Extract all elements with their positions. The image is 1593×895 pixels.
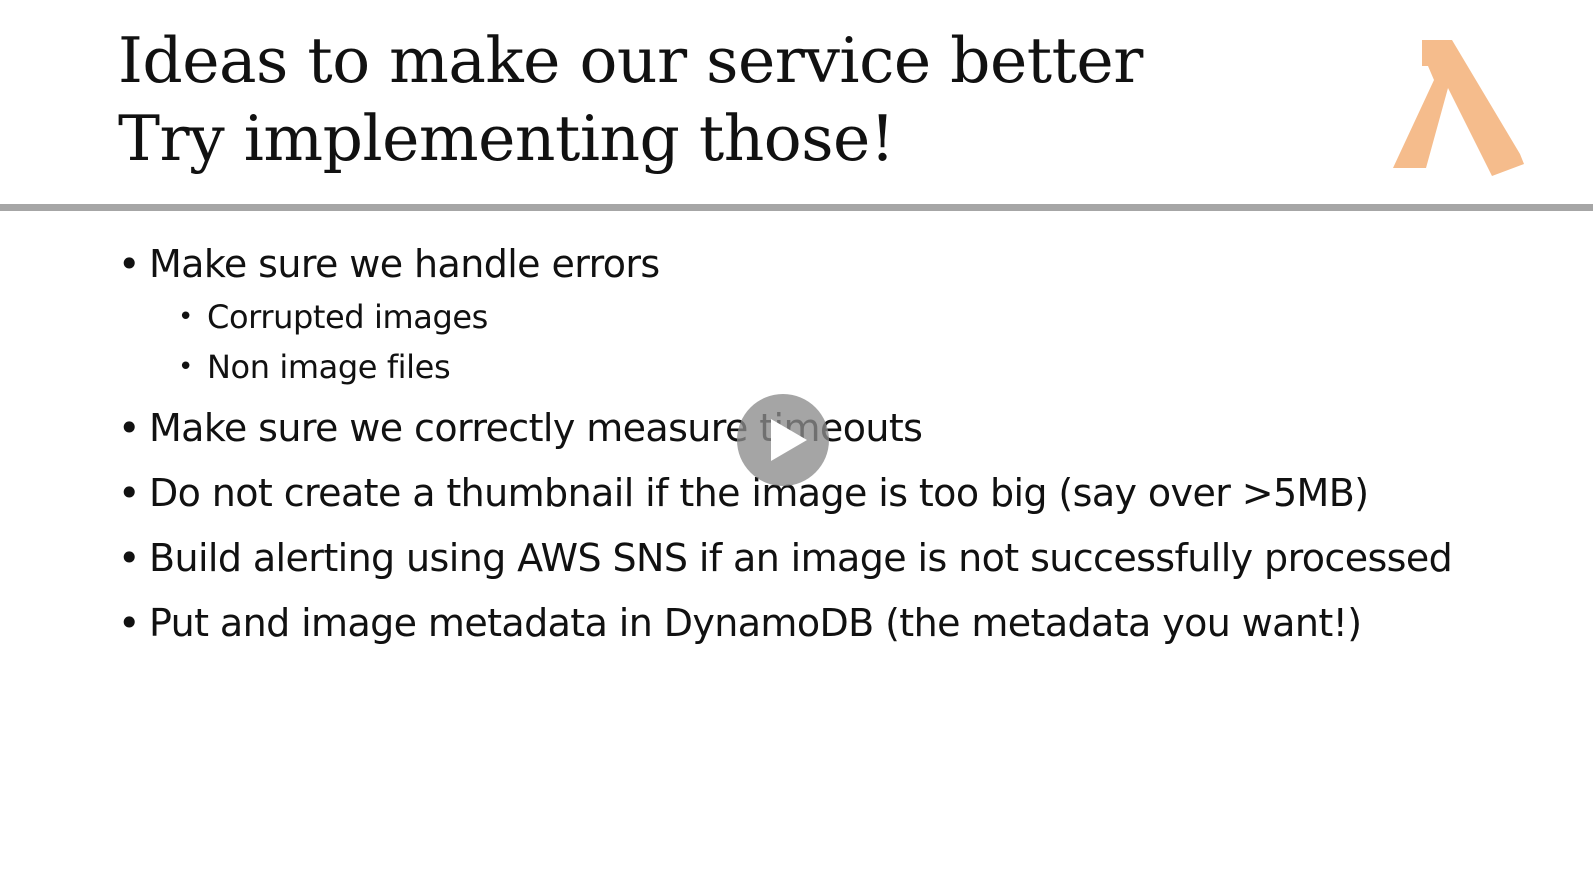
bullet-item: Do not create a thumbnail if the image i… [118,465,1558,521]
bullet-item: Make sure we correctly measure timeouts [118,400,1558,456]
title-line-2: Try implementing those! [118,102,895,175]
sub-bullet-item: Non image files [118,342,1558,392]
title-line-1: Ideas to make our service better [118,24,1143,97]
sub-bullet-list: Corrupted images Non image files [118,292,1558,392]
slide: Ideas to make our service better Try imp… [0,0,1593,895]
sub-bullet-text: Corrupted images [207,298,488,336]
bullet-item: Make sure we handle errors [118,236,1558,292]
lambda-icon [1388,36,1528,178]
play-icon [771,419,807,461]
sub-bullet-text: Non image files [207,348,451,386]
play-button[interactable] [737,394,829,486]
title-divider [0,204,1593,211]
bullet-text: Make sure we handle errors [149,242,660,286]
slide-title: Ideas to make our service better Try imp… [118,22,1143,178]
bullet-list: Make sure we handle errors Corrupted ima… [118,236,1558,651]
sub-bullet-item: Corrupted images [118,292,1558,342]
bullet-item: Put and image metadata in DynamoDB (the … [118,595,1558,651]
bullet-text: Put and image metadata in DynamoDB (the … [149,601,1362,645]
bullet-text: Build alerting using AWS SNS if an image… [149,536,1453,580]
bullet-item: Build alerting using AWS SNS if an image… [118,530,1558,586]
